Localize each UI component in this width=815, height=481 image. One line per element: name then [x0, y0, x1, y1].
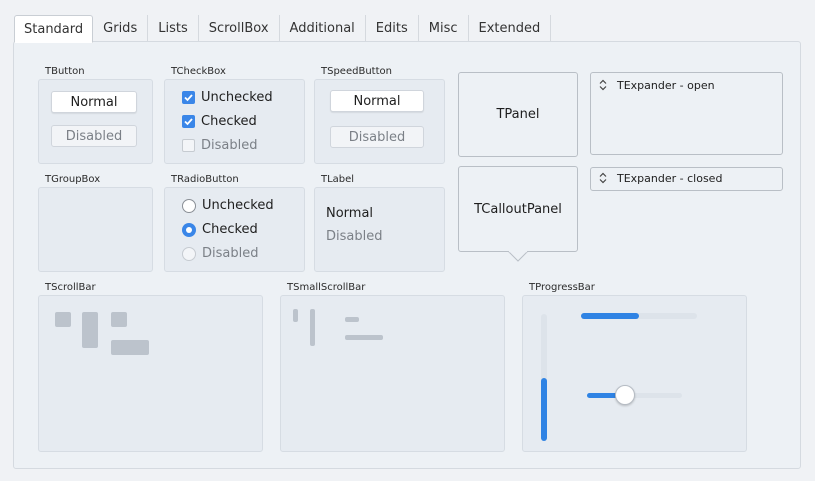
checkbox-checked[interactable]: Checked: [182, 114, 257, 129]
tsmallscrollbar-group: [280, 295, 505, 452]
tab-misc[interactable]: Misc: [419, 15, 469, 42]
tab-lists[interactable]: Lists: [148, 15, 199, 42]
tbutton-caption: TButton: [45, 66, 85, 77]
horizontal-progress-track: [581, 313, 697, 319]
checkbox-checked-icon: [182, 115, 195, 128]
radio-disabled: Disabled: [182, 246, 258, 261]
checkbox-unchecked-label: Unchecked: [201, 90, 273, 105]
horizontal-progress-fill: [581, 313, 639, 319]
tab-grids[interactable]: Grids: [93, 15, 149, 42]
radio-unchecked[interactable]: Unchecked: [182, 198, 274, 213]
tab-standard[interactable]: Standard: [14, 15, 94, 43]
texpander-open-label: TExpander - open: [617, 79, 715, 92]
tab-bar: Standard Grids Lists ScrollBox Additiona…: [14, 15, 552, 43]
checkbox-unchecked[interactable]: Unchecked: [182, 90, 273, 105]
scrollbar-small-thumb[interactable]: [55, 312, 71, 327]
tgroupbox: [38, 187, 153, 272]
tcalloutpanel: TCalloutPanel: [458, 166, 578, 252]
disabled-button: Disabled: [51, 125, 137, 147]
tscrollbar-group: [38, 295, 263, 452]
speed-normal-button[interactable]: Normal: [330, 90, 424, 112]
chevron-up-down-icon: [597, 172, 609, 185]
trackbar-track[interactable]: [587, 385, 682, 405]
scrollbar-horizontal-thumb[interactable]: [111, 340, 149, 355]
radio-disabled-label: Disabled: [202, 246, 259, 261]
vertical-progress-fill: [541, 377, 547, 441]
normal-button[interactable]: Normal: [51, 91, 137, 113]
tab-edits[interactable]: Edits: [366, 15, 419, 42]
radio-unchecked-label: Unchecked: [202, 198, 274, 213]
radio-checked[interactable]: Checked: [182, 222, 258, 237]
small-scrollbar-thumb[interactable]: [293, 309, 298, 322]
tlabel-group: Normal Disabled: [314, 187, 445, 272]
radio-off-icon: [182, 198, 196, 213]
speed-disabled-button: Disabled: [330, 126, 424, 148]
texpander-closed[interactable]: TExpander - closed: [590, 167, 783, 191]
checkbox-checked-label: Checked: [201, 114, 257, 129]
tsmallscrollbar-caption: TSmallScrollBar: [287, 282, 366, 293]
small-scrollbar-vertical-thumb[interactable]: [310, 309, 315, 346]
texpander-closed-label: TExpander - closed: [617, 172, 723, 185]
radio-on-icon: [182, 222, 196, 237]
tbutton-group: Normal Disabled: [38, 79, 153, 164]
tprogressbar-caption: TProgressBar: [529, 282, 595, 293]
scrollbar-small-thumb[interactable]: [111, 312, 127, 327]
radio-checked-label: Checked: [202, 222, 258, 237]
tradiobutton-caption: TRadioButton: [171, 174, 239, 185]
tab-scrollbox[interactable]: ScrollBox: [199, 15, 280, 42]
texpander-open[interactable]: TExpander - open: [590, 72, 783, 155]
trackbar-thumb[interactable]: [615, 385, 635, 405]
checkbox-disabled: Disabled: [182, 138, 257, 153]
radio-disabled-icon: [182, 246, 196, 261]
scrollbar-vertical-thumb[interactable]: [82, 312, 98, 348]
checkbox-disabled-label: Disabled: [201, 138, 258, 153]
tspeedbutton-caption: TSpeedButton: [321, 66, 392, 77]
tcheckbox-caption: TCheckBox: [171, 66, 226, 77]
tprogressbar-group: [522, 295, 747, 452]
checkbox-checked-icon: [182, 91, 195, 104]
label-disabled: Disabled: [326, 229, 383, 244]
tspeedbutton-group: Normal Disabled: [314, 79, 445, 164]
callout-pointer-icon: [508, 251, 528, 262]
tpanel: TPanel: [458, 72, 578, 157]
tab-additional[interactable]: Additional: [280, 15, 366, 42]
tab-extended[interactable]: Extended: [469, 15, 552, 42]
label-normal: Normal: [326, 206, 374, 221]
small-scrollbar-thumb[interactable]: [345, 317, 359, 322]
tradiobutton-group: Unchecked Checked Disabled: [164, 187, 305, 272]
tlabel-caption: TLabel: [321, 174, 355, 185]
vertical-progress-track: [541, 314, 547, 441]
tcheckbox-group: Unchecked Checked Disabled: [164, 79, 305, 164]
tscrollbar-caption: TScrollBar: [45, 282, 96, 293]
tgroupbox-caption: TGroupBox: [45, 174, 101, 185]
small-scrollbar-horizontal-thumb[interactable]: [345, 335, 383, 340]
checkbox-disabled-icon: [182, 139, 195, 152]
chevron-up-down-icon: [597, 79, 609, 92]
